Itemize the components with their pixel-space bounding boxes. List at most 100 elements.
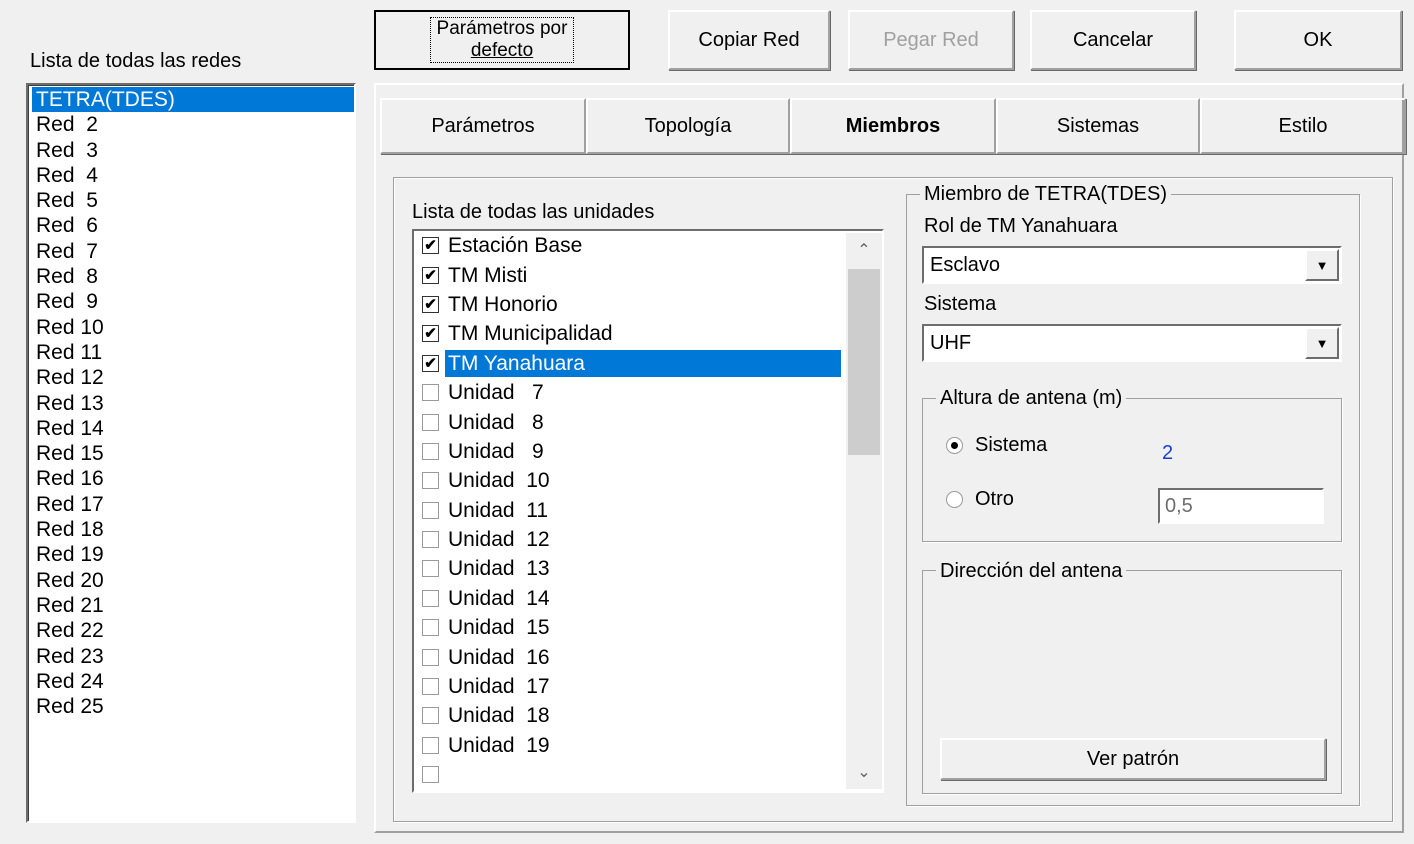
ok-button[interactable]: OK — [1234, 10, 1402, 70]
checkmark-icon: ✔ — [424, 266, 437, 284]
unit-label: Unidad 15 — [448, 616, 550, 640]
chevron-down-icon[interactable]: ⌄ — [846, 755, 882, 789]
network-item[interactable]: Red 20 — [34, 568, 354, 593]
network-item[interactable]: Red 5 — [34, 188, 354, 213]
unit-checkbox[interactable] — [422, 589, 439, 607]
unit-row[interactable]: Unidad 14 — [414, 584, 882, 613]
radio-sistema-option[interactable]: Sistema — [946, 434, 1047, 457]
unit-checkbox[interactable]: ✔ — [422, 354, 439, 372]
unit-row[interactable]: Unidad 10 — [414, 466, 882, 495]
unit-row[interactable]: Unidad 13 — [414, 554, 882, 583]
units-list[interactable]: ✔ Estación Base ✔ TM Misti ✔ TM Honorio ✔ TM Mu… — [412, 229, 884, 793]
unit-checkbox[interactable]: ✔ — [422, 295, 439, 313]
network-item[interactable]: Red 11 — [34, 340, 354, 365]
network-item[interactable]: Red 14 — [34, 416, 354, 441]
unit-row[interactable]: ✔ TM Municipalidad — [414, 319, 882, 348]
tab-sistemas[interactable]: Sistemas — [996, 98, 1200, 154]
cancel-button[interactable]: Cancelar — [1030, 10, 1196, 70]
radio-sistema[interactable] — [946, 437, 963, 454]
unit-checkbox[interactable] — [422, 766, 439, 784]
network-item[interactable]: Red 3 — [34, 138, 354, 163]
unit-row[interactable]: Unidad 8 — [414, 407, 882, 436]
copy-network-button[interactable]: Copiar Red — [668, 10, 830, 70]
paste-network-button[interactable]: Pegar Red — [848, 10, 1014, 70]
network-item[interactable]: Red 4 — [34, 163, 354, 188]
unit-label: TM Municipalidad — [448, 322, 613, 346]
network-item[interactable]: Red 25 — [34, 694, 354, 719]
unit-row-selected[interactable]: ✔ TM Yanahuara — [414, 349, 882, 378]
unit-row[interactable]: Unidad 16 — [414, 642, 882, 671]
unit-checkbox[interactable] — [422, 472, 439, 490]
tab-miembros[interactable]: Miembros — [790, 98, 996, 154]
default-parameters-button[interactable]: Parámetros por defecto — [374, 10, 630, 70]
radio-otro[interactable] — [946, 491, 963, 508]
tab-estilo[interactable]: Estilo — [1200, 98, 1406, 154]
role-select[interactable]: Esclavo ▼ — [922, 246, 1342, 284]
network-item[interactable]: Red 13 — [34, 391, 354, 416]
tab-parametros[interactable]: Parámetros — [380, 98, 586, 154]
tab-topologia[interactable]: Topología — [586, 98, 790, 154]
unit-row[interactable]: Unidad 9 — [414, 437, 882, 466]
unit-checkbox[interactable] — [422, 531, 439, 549]
unit-checkbox[interactable]: ✔ — [422, 237, 439, 255]
unit-row[interactable]: ✔ TM Honorio — [414, 290, 882, 319]
unit-checkbox[interactable] — [422, 442, 439, 460]
unit-row[interactable]: Unidad 12 — [414, 525, 882, 554]
network-item[interactable]: Red 9 — [34, 289, 354, 314]
unit-row[interactable]: Unidad 11 — [414, 496, 882, 525]
network-item[interactable]: Red 19 — [34, 542, 354, 567]
network-item[interactable]: Red 6 — [34, 213, 354, 238]
network-item[interactable]: Red 8 — [34, 264, 354, 289]
unit-row[interactable]: ✔ Estación Base — [414, 231, 882, 260]
units-scrollbar[interactable]: ⌃ ⌄ — [846, 233, 882, 789]
unit-checkbox[interactable] — [422, 413, 439, 431]
scroll-thumb[interactable] — [848, 269, 880, 455]
unit-row[interactable]: Unidad 19 — [414, 731, 882, 760]
network-item[interactable]: Red 21 — [34, 593, 354, 618]
network-item[interactable]: Red 17 — [34, 492, 354, 517]
unit-checkbox[interactable] — [422, 707, 439, 725]
unit-checkbox[interactable] — [422, 560, 439, 578]
unit-label: TM Misti — [448, 263, 528, 287]
network-item[interactable]: Red 22 — [34, 618, 354, 643]
chevron-up-icon[interactable]: ⌃ — [846, 233, 882, 267]
chevron-down-icon[interactable]: ▼ — [1305, 327, 1339, 359]
network-item[interactable]: Red 7 — [34, 239, 354, 264]
unit-row[interactable] — [414, 760, 882, 789]
unit-checkbox[interactable] — [422, 678, 439, 696]
system-select[interactable]: UHF ▼ — [922, 324, 1342, 362]
network-item-selected[interactable]: TETRA(TDES) — [32, 87, 354, 113]
system-label: Sistema — [924, 293, 997, 315]
unit-row[interactable]: Unidad 18 — [414, 701, 882, 730]
network-item[interactable]: Red 12 — [34, 365, 354, 390]
network-item[interactable]: Red 2 — [34, 112, 354, 137]
radio-selected-dot — [951, 442, 958, 449]
network-item[interactable]: Red 18 — [34, 517, 354, 542]
radio-otro-option[interactable]: Otro — [946, 488, 1014, 511]
chevron-down-icon[interactable]: ▼ — [1305, 249, 1339, 281]
unit-label: TM Yanahuara — [445, 349, 841, 377]
network-item[interactable]: Red 23 — [34, 644, 354, 669]
unit-checkbox[interactable]: ✔ — [422, 325, 439, 343]
unit-row[interactable]: Unidad 7 — [414, 378, 882, 407]
checkmark-icon: ✔ — [424, 295, 437, 313]
unit-checkbox[interactable] — [422, 501, 439, 519]
unit-row[interactable]: Unidad 17 — [414, 672, 882, 701]
networks-list[interactable]: TETRA(TDES) Red 2 Red 3 Red 4 Red 5 Red … — [26, 83, 356, 823]
unit-row[interactable]: ✔ TM Misti — [414, 260, 882, 289]
unit-label: Unidad 9 — [448, 439, 544, 463]
view-pattern-button[interactable]: Ver patrón — [940, 738, 1326, 780]
network-item[interactable]: Red 24 — [34, 669, 354, 694]
unit-checkbox[interactable] — [422, 384, 439, 402]
unit-checkbox[interactable] — [422, 619, 439, 637]
unit-checkbox[interactable] — [422, 736, 439, 754]
network-item[interactable]: Red 16 — [34, 466, 354, 491]
unit-row[interactable]: Unidad 15 — [414, 613, 882, 642]
network-item[interactable]: Red 10 — [34, 315, 354, 340]
unit-checkbox[interactable]: ✔ — [422, 266, 439, 284]
network-item[interactable]: Red 15 — [34, 441, 354, 466]
unit-label: Unidad 11 — [448, 498, 549, 522]
unit-label: Unidad 8 — [448, 410, 544, 434]
unit-checkbox[interactable] — [422, 648, 439, 666]
other-height-input[interactable]: 0,5 — [1158, 488, 1324, 524]
